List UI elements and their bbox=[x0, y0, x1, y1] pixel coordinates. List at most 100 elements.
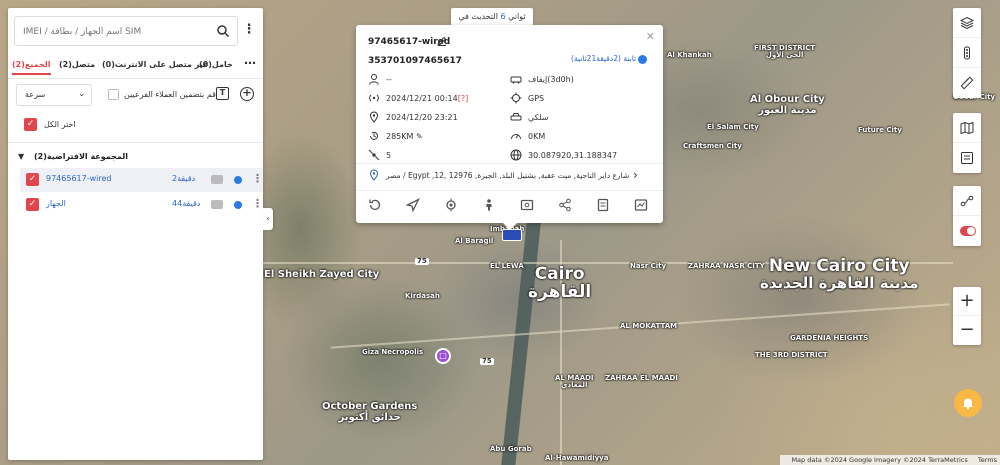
sort-select[interactable]: سرعة ⌄ bbox=[16, 84, 92, 106]
device-row[interactable]: ✓ الجهاز 44دقيقة ⋮ bbox=[20, 193, 263, 217]
map-label-first-district: FIRST DISTRICT الحي الأول bbox=[754, 44, 816, 60]
list-box-icon bbox=[961, 152, 973, 164]
map-label-zahraa-maadi: ZAHRAA EL MAADI bbox=[605, 374, 678, 382]
device-checkbox[interactable]: ✓ bbox=[26, 198, 39, 211]
signal-icon bbox=[369, 94, 379, 102]
map-label-sheikh-zayed: El Sheikh Zayed City bbox=[264, 269, 380, 280]
vehicle-marker-icon[interactable] bbox=[502, 229, 522, 241]
history-icon bbox=[370, 131, 378, 140]
list-toolbar: سرعة ⌄ قم بتضمين العملاء الفرعيين T + bbox=[8, 84, 263, 110]
tab-online[interactable]: متصل(2) bbox=[59, 60, 95, 69]
map-label-october: October Gardens حدائق أكتوبر bbox=[322, 401, 418, 423]
online-status-dot bbox=[234, 201, 242, 209]
report-chart-icon[interactable] bbox=[634, 198, 648, 212]
satellite-icon bbox=[368, 149, 380, 161]
attribution-text: Map data ©2024 Google Imagery ©2024 Terr… bbox=[791, 456, 968, 464]
route-icon bbox=[960, 195, 974, 207]
map-attribution: Map data ©2024 Google Imagery ©2024 Terr… bbox=[780, 455, 1000, 465]
terms-link[interactable]: Terms bbox=[978, 456, 997, 464]
map-label-el-lewa: EL LEWA bbox=[490, 262, 524, 270]
close-icon[interactable]: ✕ bbox=[646, 30, 655, 43]
map-label-maadi: AL MAADI المعادي bbox=[555, 374, 594, 390]
car-icon bbox=[211, 200, 223, 209]
device-last-update: 44دقيقة bbox=[172, 199, 201, 208]
command-icon[interactable] bbox=[520, 198, 534, 212]
device-info-popup: ✕ 97465617-wired 353701097465617 ثابتة (… bbox=[356, 25, 663, 230]
zoom-out-button[interactable]: − bbox=[953, 316, 981, 345]
share-icon[interactable] bbox=[558, 198, 572, 212]
map-label-kirdasah: Kirdasah bbox=[405, 292, 440, 300]
details-icon[interactable] bbox=[596, 198, 610, 212]
car-wired-icon bbox=[510, 113, 522, 121]
status-tabs: الجميع(2) متصل(2) غير متصل على الانترنت(… bbox=[8, 54, 263, 78]
refresh-countdown: ثواني 6 التحديث في bbox=[451, 8, 533, 26]
info-address[interactable]: مصر / Egypt ,شارع داير الناحية, ميت عقبة… bbox=[368, 168, 658, 183]
more-options-icon[interactable]: ⋮ bbox=[242, 22, 256, 40]
notifications-button[interactable] bbox=[954, 389, 982, 417]
car-icon bbox=[211, 175, 223, 184]
text-toggle-icon[interactable]: T bbox=[216, 87, 229, 100]
tab-idle[interactable]: خامل(0) bbox=[199, 60, 233, 69]
tab-all[interactable]: الجميع(2) bbox=[12, 60, 51, 75]
add-device-icon[interactable]: + bbox=[240, 87, 254, 101]
row-menu-icon[interactable]: ⋮ bbox=[252, 197, 263, 210]
user-icon bbox=[369, 74, 379, 85]
tabs-more-icon[interactable]: ⋯ bbox=[244, 56, 256, 70]
map-label-obour: Al Obour City مدينة العبور bbox=[750, 94, 825, 116]
row-menu-icon[interactable]: ⋮ bbox=[252, 172, 263, 185]
device-row[interactable]: ✓ 97465617-wired 2دقيقة ⋮ bbox=[20, 168, 263, 192]
search-input[interactable] bbox=[23, 23, 213, 41]
device-name[interactable]: 97465617-wired bbox=[46, 174, 111, 183]
map-label-abu-gorab: Abu Gorab bbox=[490, 445, 532, 453]
chevron-down-icon: ⌄ bbox=[78, 89, 85, 98]
map-tools-group bbox=[953, 8, 981, 98]
edit-icon[interactable] bbox=[437, 36, 447, 46]
track-icon[interactable] bbox=[444, 198, 458, 212]
group-header[interactable]: ▼ المجموعة الافتراضية(2) bbox=[18, 151, 258, 165]
search-icon[interactable] bbox=[216, 24, 230, 38]
poi-list-button[interactable] bbox=[953, 143, 981, 173]
bell-icon bbox=[963, 398, 973, 410]
include-subcustomers-label: قم بتضمين العملاء الفرعيين bbox=[124, 90, 216, 99]
map-label-craftsmen: Craftsmen City bbox=[683, 142, 742, 150]
include-subcustomers-checkbox[interactable] bbox=[108, 89, 119, 100]
device-name[interactable]: الجهاز bbox=[46, 199, 66, 208]
group-label: المجموعة الافتراضية(2) bbox=[34, 152, 129, 161]
playback-icon[interactable] bbox=[368, 198, 382, 212]
route-button[interactable] bbox=[953, 186, 981, 216]
map-label-third-district: THE 3RD DISTRICT bbox=[755, 351, 828, 359]
traffic-button[interactable] bbox=[953, 38, 981, 68]
device-checkbox[interactable]: ✓ bbox=[26, 173, 39, 186]
map-tools-group bbox=[953, 186, 981, 246]
road-shield: 75 bbox=[415, 257, 429, 266]
tab-offline[interactable]: غير متصل على الانترنت(0) bbox=[102, 60, 208, 69]
museum-poi-icon[interactable]: □ bbox=[435, 348, 451, 364]
popup-status: ثابتة (2دقيقة21ثانية) bbox=[571, 54, 637, 63]
globe-icon bbox=[510, 149, 522, 161]
collapse-panel-icon[interactable]: ‹ bbox=[263, 208, 273, 230]
zoom-controls: + − bbox=[953, 287, 981, 345]
divider bbox=[356, 190, 663, 191]
popup-pointer bbox=[503, 223, 517, 230]
street-view-icon[interactable] bbox=[482, 198, 496, 212]
chevron-right-icon[interactable]: › bbox=[633, 168, 638, 182]
cluster-toggle[interactable] bbox=[953, 216, 981, 246]
geofence-button[interactable] bbox=[953, 113, 981, 143]
speedometer-icon bbox=[511, 134, 521, 140]
popup-imei: 353701097465617 bbox=[368, 56, 462, 66]
crosshair-icon bbox=[510, 92, 522, 104]
measure-button[interactable] bbox=[953, 68, 981, 98]
select-all-checkbox[interactable]: ✓ bbox=[24, 118, 37, 131]
search-box bbox=[14, 16, 238, 46]
refresh-countdown-value: 6 bbox=[500, 12, 506, 21]
map-label-nasr-city: Nasr City bbox=[630, 262, 667, 270]
zoom-in-button[interactable]: + bbox=[953, 287, 981, 316]
layers-button[interactable] bbox=[953, 8, 981, 38]
map-label-giza: Giza Necropolis bbox=[362, 348, 424, 356]
caret-down-icon[interactable]: ▼ bbox=[18, 152, 24, 161]
navigate-icon[interactable] bbox=[406, 198, 420, 212]
toggle-switch[interactable] bbox=[960, 226, 976, 236]
ruler-icon bbox=[960, 76, 974, 90]
map-label-gardenia: GARDENIA HEIGHTS bbox=[790, 334, 869, 342]
map-label-al-baragil: Al Baragil bbox=[455, 237, 494, 245]
